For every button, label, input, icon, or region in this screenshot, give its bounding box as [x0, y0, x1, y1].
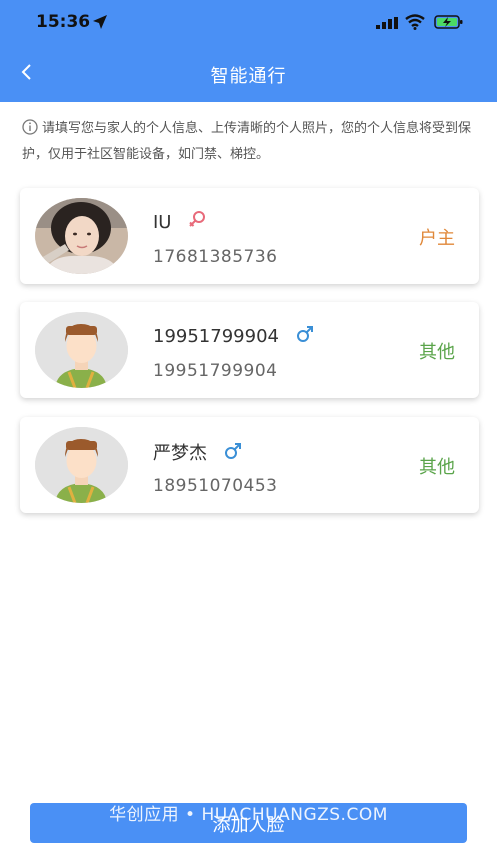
- member-role: 户主: [419, 228, 455, 249]
- watermark: 华创应用 • HUACHUANGZS.COM: [109, 805, 388, 825]
- status-time: 15:36: [36, 12, 91, 32]
- default-avatar-icon: [35, 312, 128, 388]
- female-icon: [189, 211, 206, 227]
- member-role: 其他: [419, 457, 455, 478]
- signal-icon: [376, 17, 398, 29]
- member-role: 其他: [419, 342, 455, 363]
- member-name-line: 严梦杰: [153, 439, 243, 465]
- notice-text: 请填写您与家人的个人信息、上传清晰的个人照片，您的个人信息将受到保护，仅用于社区…: [22, 121, 472, 162]
- male-icon: [224, 443, 241, 459]
- member-name-line: 19951799904: [153, 324, 315, 347]
- avatar: [35, 198, 128, 274]
- member-name: 严梦杰: [153, 443, 207, 464]
- member-card[interactable]: 19951799904 19951799904 其他: [20, 302, 479, 398]
- page-title: 智能通行: [210, 66, 287, 87]
- battery-charging-icon: [434, 15, 463, 29]
- privacy-notice: 请填写您与家人的个人信息、上传清晰的个人照片，您的个人信息将受到保护，仅用于社区…: [22, 116, 477, 168]
- male-icon: [296, 326, 313, 342]
- info-icon: [22, 119, 38, 135]
- member-phone: 19951799904: [153, 361, 278, 381]
- member-card[interactable]: IU 17681385736 户主: [20, 188, 479, 284]
- member-name: IU: [153, 212, 172, 233]
- member-name-line: IU: [153, 210, 207, 233]
- location-arrow-icon: [93, 15, 107, 29]
- member-name: 19951799904: [153, 326, 279, 347]
- wifi-icon: [405, 14, 425, 30]
- member-phone: 18951070453: [153, 476, 278, 496]
- member-card[interactable]: 严梦杰 18951070453 其他: [20, 417, 479, 513]
- app-header: 15:36 智能通行: [0, 0, 497, 102]
- member-phone: 17681385736: [153, 247, 278, 267]
- default-avatar-icon: [35, 427, 128, 503]
